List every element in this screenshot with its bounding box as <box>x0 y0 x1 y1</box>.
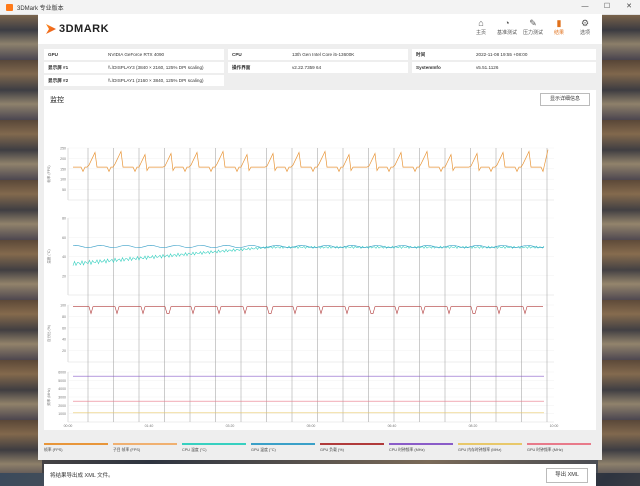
x-tick-label: 00:00 <box>64 424 73 428</box>
legend-label: GPU 温度 (°C) <box>251 448 276 452</box>
cpu-row: CPU 13th Gen Intel Core i5-13600K <box>228 49 408 60</box>
y-tick-label: 2000 <box>58 404 66 408</box>
legend-swatch <box>320 443 384 445</box>
legend-label: CPU 时钟频率 (MHz) <box>389 448 425 452</box>
y-tick-label: 100 <box>60 178 66 182</box>
stress-icon: ✎ <box>529 18 537 28</box>
legend-item[interactable]: CPU 温度 (°C) <box>182 443 246 453</box>
3dmark-logo: 3DMARK <box>46 23 109 35</box>
legend-label: GPU 时钟频率 (MHz) <box>527 448 563 452</box>
x-tick-label: 05:00 <box>307 424 316 428</box>
y-tick-label: 40 <box>62 255 66 259</box>
legend-item[interactable]: 帧率 (FPS) <box>44 443 108 453</box>
legend-swatch <box>389 443 453 445</box>
y-axis-label: 百分比 (%) <box>46 325 51 342</box>
home-icon: ⌂ <box>478 18 484 28</box>
nav-home[interactable]: ⌂ 主页 <box>468 18 494 36</box>
results-content: GPU NVIDIA GeForce RTX 4090 显示屏 #1 \\.\DIS… <box>38 44 602 486</box>
export-xml-button[interactable]: 导出 XML <box>546 468 588 483</box>
y-tick-label: 50 <box>62 188 66 192</box>
legend-swatch <box>44 443 108 445</box>
nav-results[interactable]: ▮ 结果 <box>546 18 572 36</box>
systeminfo-row: SystemInfo v5.51.1126 <box>412 62 596 73</box>
y-tick-label: 1000 <box>58 412 66 416</box>
legend-item[interactable]: GPU 内存时钟频率 (MHz) <box>458 443 522 453</box>
legend-swatch <box>251 443 315 445</box>
time-row: 时间 2022-11-08 19:55 +08:00 <box>412 49 596 60</box>
legend-swatch <box>527 443 591 445</box>
legend-swatch <box>182 443 246 445</box>
y-tick-label: 3000 <box>58 396 66 400</box>
export-hint: 将结果导出成 XML 文件。 <box>50 473 114 479</box>
gpu-row: GPU NVIDIA GeForce RTX 4090 <box>44 49 224 60</box>
display2-row: 显示屏 #2 \\.\DISPLAY1 (2160 × 3840, 125% DP… <box>44 75 224 86</box>
minimize-icon[interactable]: — <box>574 0 596 14</box>
y-tick-label: 250 <box>60 147 66 151</box>
nav-stress[interactable]: ✎ 压力测试 <box>520 18 546 36</box>
y-tick-label: 6000 <box>58 371 66 375</box>
legend-label: 帧率 (FPS) <box>44 448 63 452</box>
legend-label: GPU 内存时钟频率 (MHz) <box>458 448 502 452</box>
legend-swatch <box>458 443 522 445</box>
nav-label: 压力测试 <box>522 30 543 36</box>
y-axis-label: 频率 (MHz) <box>46 388 51 406</box>
legend-item[interactable]: GPU 温度 (°C) <box>251 443 315 453</box>
nav-label: 主页 <box>475 30 486 36</box>
x-tick-label: 06:40 <box>388 424 397 428</box>
title-bar: 3DMark 专业版本 — ☐ ✕ <box>0 0 640 15</box>
x-tick-label: 10:00 <box>550 424 559 428</box>
y-tick-label: 60 <box>62 236 66 240</box>
y-tick-label: 4000 <box>58 387 66 391</box>
legend-item[interactable]: GPU 负载 (%) <box>320 443 384 453</box>
legend-label: 子目 帧率 (FPS) <box>113 448 141 452</box>
y-tick-label: 150 <box>60 167 66 171</box>
app-header: 3DMARK ⌂ 主页 ◔ 基准测试 ✎ 压力测试 ▮ 结果 ⚙ 选项 <box>38 14 602 44</box>
y-tick-label: 20 <box>62 274 66 278</box>
nav-label: 基准测试 <box>496 30 517 36</box>
y-axis-label: 帧率 (FPS) <box>46 165 51 182</box>
y-tick-label: 40 <box>62 338 66 342</box>
y-tick-label: 20 <box>62 349 66 353</box>
nav-gauge[interactable]: ◔ 基准测试 <box>494 18 520 36</box>
series-cpu-temp <box>72 245 545 267</box>
nav-gear[interactable]: ⚙ 选项 <box>572 18 598 36</box>
system-info-table: GPU NVIDIA GeForce RTX 4090 显示屏 #1 \\.\DIS… <box>44 49 596 87</box>
legend-swatch <box>113 443 177 445</box>
legend-item[interactable]: 子目 帧率 (FPS) <box>113 443 177 453</box>
y-tick-label: 100 <box>60 304 66 308</box>
nav-label: 结果 <box>553 30 564 36</box>
legend-label: CPU 温度 (°C) <box>182 448 207 452</box>
legend-label: GPU 负载 (%) <box>320 448 344 452</box>
chart-legend: 帧率 (FPS) 子目 帧率 (FPS) CPU 温度 (°C) GPU 温度 (°C… <box>44 443 596 459</box>
y-tick-label: 5000 <box>58 379 66 383</box>
series-gpu-load <box>73 306 543 315</box>
legend-item[interactable]: GPU 时钟频率 (MHz) <box>527 443 591 453</box>
x-tick-label: 03:20 <box>226 424 235 428</box>
y-tick-label: 80 <box>62 315 66 319</box>
ui-version-row: 操作界面 v2.22.7359 64 <box>228 62 408 73</box>
close-icon[interactable]: ✕ <box>618 0 640 14</box>
app-window: 3DMark 专业版本 — ☐ ✕ 3DMARK ⌂ 主页 ◔ 基准测试 ✎ 压力测试 ▮ 结… <box>0 0 640 486</box>
export-footer: 将结果导出成 XML 文件。 导出 XML <box>44 464 596 486</box>
x-tick-label: 01:40 <box>145 424 154 428</box>
series-fps <box>73 149 549 173</box>
y-tick-label: 200 <box>60 157 66 161</box>
gear-icon: ⚙ <box>580 18 590 28</box>
legend-item[interactable]: CPU 时钟频率 (MHz) <box>389 443 453 453</box>
maximize-icon[interactable]: ☐ <box>596 0 618 14</box>
y-tick-label: 60 <box>62 326 66 330</box>
display1-row: 显示屏 #1 \\.\DISPLAY3 (3840 × 2160, 125% DP… <box>44 62 224 73</box>
monitor-panel: 监控 显示详细信息 250 200 150 100 50 帧率 (FPS) 80 60 40 20… <box>44 90 596 430</box>
app-icon <box>6 3 13 11</box>
gauge-icon: ◔ <box>504 18 510 28</box>
main-nav: ⌂ 主页 ◔ 基准测试 ✎ 压力测试 ▮ 结果 ⚙ 选项 <box>468 18 598 36</box>
nav-label: 选项 <box>579 30 590 36</box>
y-axis-label: 温度 (°C) <box>46 249 51 263</box>
x-tick-label: 08:20 <box>469 424 478 428</box>
results-icon: ▮ <box>556 18 562 28</box>
y-tick-label: 80 <box>62 217 66 221</box>
window-title: 3DMark 专业版本 <box>17 5 64 12</box>
monitor-chart: 250 200 150 100 50 帧率 (FPS) 80 60 40 20 温度 (°C) 100… <box>46 147 559 429</box>
